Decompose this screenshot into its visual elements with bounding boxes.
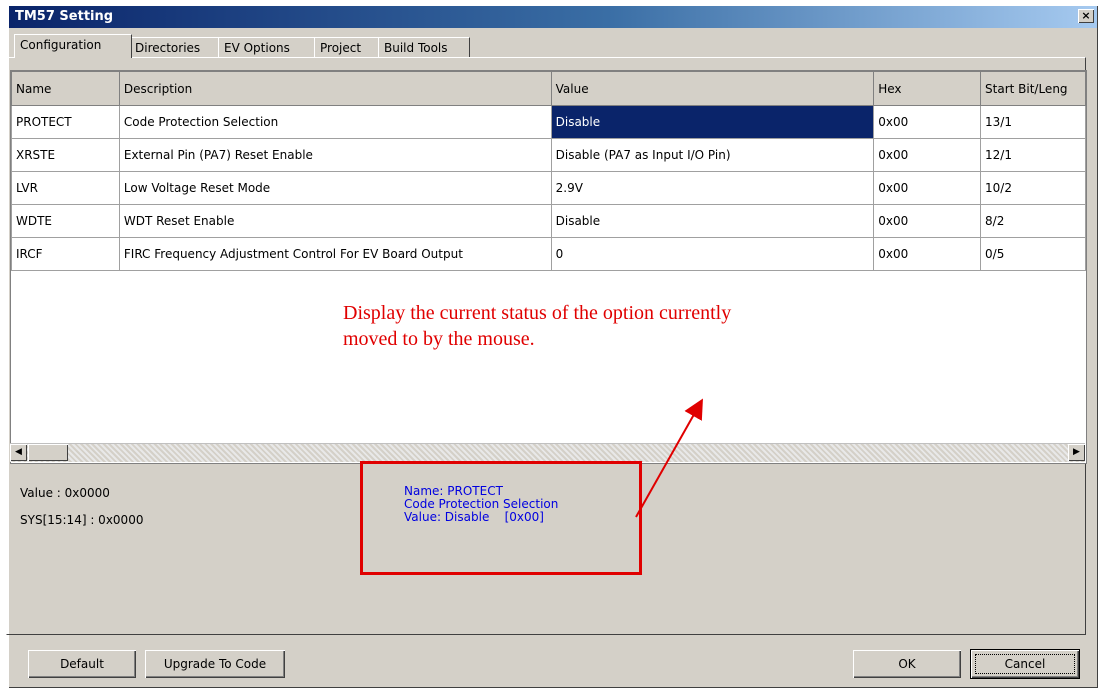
column-header-hex[interactable]: Hex — [873, 71, 982, 106]
scroll-thumb[interactable] — [28, 444, 68, 461]
cell-start-bit[interactable]: 12/1 — [980, 138, 1086, 172]
scroll-left-icon[interactable]: ◀ — [10, 444, 27, 461]
cell-value-selected[interactable]: Disable — [550, 105, 875, 139]
cell-start-bit[interactable]: 8/2 — [980, 204, 1086, 238]
cell-start-bit[interactable]: 0/5 — [980, 237, 1086, 271]
tab-configuration[interactable]: Configuration — [14, 34, 132, 58]
config-table: Name Description Value Hex Start Bit/Len… — [11, 71, 1086, 271]
annotation-line-2: moved to by the mouse. — [343, 328, 535, 350]
cell-description[interactable]: Low Voltage Reset Mode — [118, 171, 552, 205]
cell-hex[interactable]: 0x00 — [873, 237, 982, 271]
cell-hex[interactable]: 0x00 — [873, 171, 982, 205]
cell-hex[interactable]: 0x00 — [873, 204, 982, 238]
cell-name[interactable]: LVR — [11, 171, 120, 205]
table-row[interactable]: LVR Low Voltage Reset Mode 2.9V 0x00 10/… — [11, 171, 1086, 205]
ok-button[interactable]: OK — [853, 650, 961, 678]
status-sys: SYS[15:14] : 0x0000 — [20, 513, 144, 527]
cell-value[interactable]: 2.9V — [550, 171, 875, 205]
window-title: TM57 Setting — [15, 9, 114, 24]
cell-description[interactable]: FIRC Frequency Adjustment Control For EV… — [118, 237, 552, 271]
tab-project[interactable]: Project — [314, 37, 382, 58]
config-grid[interactable]: Name Description Value Hex Start Bit/Len… — [10, 70, 1087, 464]
tab-ev-options[interactable]: EV Options — [218, 37, 318, 58]
table-row[interactable]: IRCF FIRC Frequency Adjustment Control F… — [11, 237, 1086, 271]
info-value: Value: Disable [0x00] — [404, 510, 544, 524]
cell-hex[interactable]: 0x00 — [873, 105, 982, 139]
column-header-start-bit[interactable]: Start Bit/Leng — [980, 71, 1086, 106]
cell-description[interactable]: External Pin (PA7) Reset Enable — [118, 138, 552, 172]
annotation-line-1: Display the current status of the option… — [343, 302, 732, 324]
cell-name[interactable]: IRCF — [11, 237, 120, 271]
cell-description[interactable]: WDT Reset Enable — [118, 204, 552, 238]
cancel-button[interactable]: Cancel — [970, 649, 1080, 679]
annotation-text: Display the current status of the option… — [343, 300, 903, 352]
scroll-right-icon[interactable]: ▶ — [1068, 444, 1085, 461]
focus-rectangle — [975, 654, 1075, 674]
cell-name[interactable]: WDTE — [11, 204, 120, 238]
cell-name[interactable]: XRSTE — [11, 138, 120, 172]
cell-name[interactable]: PROTECT — [11, 105, 120, 139]
cell-start-bit[interactable]: 13/1 — [980, 105, 1086, 139]
close-icon[interactable]: × — [1078, 9, 1094, 23]
cell-value[interactable]: 0 — [550, 237, 875, 271]
cell-value[interactable]: Disable — [550, 204, 875, 238]
table-row[interactable]: XRSTE External Pin (PA7) Reset Enable Di… — [11, 138, 1086, 172]
cell-description[interactable]: Code Protection Selection — [118, 105, 552, 139]
column-header-value[interactable]: Value — [550, 71, 875, 106]
horizontal-scrollbar[interactable]: ◀ ▶ — [10, 443, 1085, 462]
tab-build-tools[interactable]: Build Tools — [378, 37, 470, 58]
header-row: Name Description Value Hex Start Bit/Len… — [11, 71, 1086, 106]
column-header-description[interactable]: Description — [118, 71, 552, 106]
default-button[interactable]: Default — [28, 650, 136, 678]
table-row[interactable]: PROTECT Code Protection Selection Disabl… — [11, 105, 1086, 139]
cell-start-bit[interactable]: 10/2 — [980, 171, 1086, 205]
status-value: Value : 0x0000 — [20, 486, 110, 500]
cell-hex[interactable]: 0x00 — [873, 138, 982, 172]
column-header-name[interactable]: Name — [11, 71, 120, 106]
cell-value[interactable]: Disable (PA7 as Input I/O Pin) — [550, 138, 875, 172]
title-bar[interactable]: TM57 Setting × — [9, 6, 1097, 28]
table-row[interactable]: WDTE WDT Reset Enable Disable 0x00 8/2 — [11, 204, 1086, 238]
upgrade-to-code-button[interactable]: Upgrade To Code — [145, 650, 285, 678]
tab-directories[interactable]: Directories — [129, 37, 221, 58]
